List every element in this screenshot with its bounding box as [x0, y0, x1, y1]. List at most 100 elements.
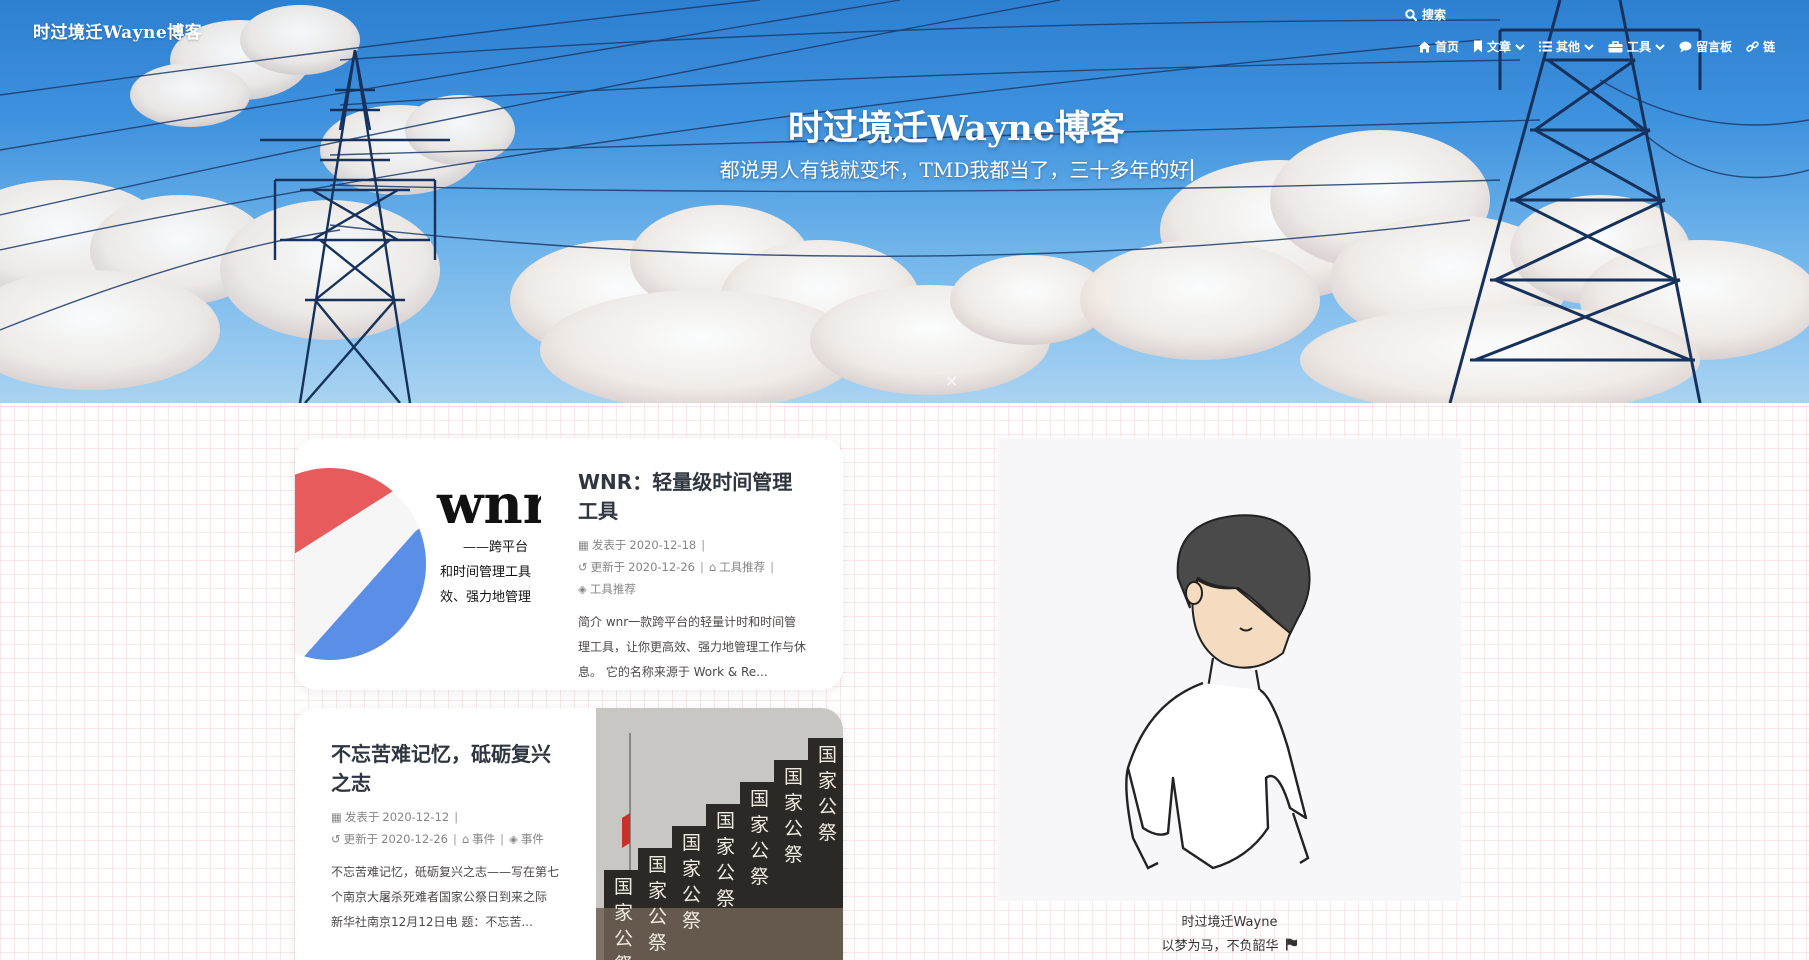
wall-character: 国 [818, 744, 837, 766]
site-brand[interactable]: 时过境迁Wayne博客 [33, 18, 202, 43]
thumb-text-line: 和时间管理工具 [440, 565, 531, 580]
history-icon: ↺ [331, 832, 341, 846]
post-thumbnail[interactable]: 国家公祭国家公祭国家公祭国家公祭国家公祭国家公祭国家公祭 [596, 708, 843, 960]
author-motto: 以梦为马，不负韶华 [998, 935, 1461, 954]
wall-character: 家 [716, 836, 735, 858]
post-tag[interactable]: 工具推荐 [590, 578, 636, 600]
post-title[interactable]: 不忘苦难记忆，砥砺复兴之志 [331, 740, 561, 798]
wall-character: 祭 [614, 954, 633, 960]
wall-character: 公 [614, 928, 633, 950]
nav-label-links: 链 [1763, 40, 1776, 54]
toolbox-icon [1608, 40, 1623, 52]
post-category[interactable]: 工具推荐 [719, 556, 765, 578]
updated-label: 更新于 [590, 560, 626, 574]
nav-item-links[interactable]: 链 [1746, 38, 1775, 55]
hero-subtitle: 都说男人有钱就变坏，TMD我都当了，三十多年的好 [0, 154, 1809, 183]
wall-character: 家 [818, 770, 837, 792]
wall-character: 祭 [648, 932, 667, 954]
chevron-down-icon [1655, 43, 1665, 50]
wall-character: 家 [682, 858, 701, 880]
nav-label-articles: 文章 [1487, 40, 1512, 54]
published-label: 发表于 [344, 810, 380, 824]
wall-character: 国 [682, 832, 701, 854]
wall-character: 国 [716, 810, 735, 832]
home-icon [1418, 41, 1431, 52]
nav-item-guestbook[interactable]: 留言板 [1679, 38, 1732, 55]
nav-item-other[interactable]: 其他 [1539, 38, 1594, 55]
flag-icon [1285, 938, 1297, 951]
wall-character: 国 [784, 766, 803, 788]
chevron-down-icon [1515, 43, 1525, 50]
wall-character: 家 [614, 902, 633, 924]
post-info: WNR：轻量级时间管理工具 ▦ 发表于 2020-12-18 | ↺ 更新于 2020-… [578, 468, 808, 685]
post-category[interactable]: 事件 [472, 828, 495, 850]
wall-character: 家 [648, 880, 667, 902]
published-date: 2020-12-12 [382, 810, 450, 824]
hero-background-illustration [0, 0, 1809, 403]
thumb-text-line: 效、强力地管理 [440, 590, 531, 605]
wall-character: 祭 [682, 910, 701, 932]
wall-character: 公 [682, 884, 701, 906]
chevron-down-icon [1584, 43, 1594, 50]
search-label: 搜索 [1422, 8, 1447, 22]
post-thumbnail[interactable]: wnr ——跨平台 和时间管理工具 效、强力地管理 [295, 438, 541, 690]
wall-character: 公 [750, 840, 769, 862]
wall-character: 公 [648, 906, 667, 928]
inbox-icon: ⌂ [708, 560, 717, 574]
thumb-text-line: ——跨平台 [463, 540, 528, 555]
link-icon [1746, 41, 1759, 52]
wall-character: 祭 [784, 844, 803, 866]
nav-label-guestbook: 留言板 [1696, 40, 1733, 54]
author-motto-text: 以梦为马，不负韶华 [1161, 939, 1279, 954]
avatar-illustration [998, 438, 1461, 901]
wall-character: 公 [818, 796, 837, 818]
post-card: 不忘苦难记忆，砥砺复兴之志 ▦ 发表于 2020-12-12 | ↺ 更新于 2020-… [295, 708, 843, 960]
nav-label-home: 首页 [1435, 40, 1460, 54]
scroll-down-icon[interactable]: ✕ [945, 372, 958, 391]
wall-character: 祭 [818, 822, 837, 844]
wnr-logo-image: wnr ——跨平台 和时间管理工具 效、强力地管理 [295, 438, 541, 690]
typing-cursor [1191, 159, 1194, 181]
wall-character: 祭 [716, 888, 735, 910]
hero-subtitle-text: 都说男人有钱就变坏，TMD我都当了，三十多年的好 [719, 158, 1190, 182]
search-link[interactable]: 搜索 [1405, 6, 1446, 23]
main-nav: 首页 文章 其他 工具 留言板 链 [1418, 38, 1775, 55]
published-date: 2020-12-18 [629, 538, 697, 552]
hero-banner: 时过境迁Wayne博客 搜索 首页 文章 其他 工具 留言板 链 时过境迁Way… [0, 0, 1809, 403]
updated-date: 2020-12-26 [628, 560, 695, 574]
post-info: 不忘苦难记忆，砥砺复兴之志 ▦ 发表于 2020-12-12 | ↺ 更新于 2020-… [331, 740, 561, 935]
wall-character: 祭 [750, 866, 769, 888]
wall-character: 公 [716, 862, 735, 884]
wall-character: 国 [750, 788, 769, 810]
nav-label-other: 其他 [1556, 40, 1581, 54]
inbox-icon: ⌂ [461, 832, 470, 846]
nav-item-home[interactable]: 首页 [1418, 38, 1459, 55]
author-name: 时过境迁Wayne [1181, 915, 1278, 930]
post-meta: ▦ 发表于 2020-12-18 | ↺ 更新于 2020-12-26 | ⌂ 工具推荐 | ◈ 工… [578, 534, 808, 600]
calendar-icon: ▦ [331, 810, 342, 824]
tag-icon: ◈ [509, 832, 518, 846]
wall-character: 国 [614, 876, 633, 898]
wnr-logo-text: wnr [436, 472, 541, 536]
comment-icon [1679, 41, 1692, 52]
bookmark-icon [1474, 40, 1483, 53]
post-meta: ▦ 发表于 2020-12-12 | ↺ 更新于 2020-12-26 | ⌂ 事件 | ◈ 事件 [331, 806, 561, 850]
updated-label: 更新于 [343, 832, 379, 846]
nav-label-tools: 工具 [1627, 40, 1652, 54]
post-title[interactable]: WNR：轻量级时间管理工具 [578, 468, 808, 526]
wall-character: 家 [750, 814, 769, 836]
tag-icon: ◈ [578, 582, 587, 596]
nav-item-tools[interactable]: 工具 [1608, 38, 1665, 55]
post-card: wnr ——跨平台 和时间管理工具 效、强力地管理 WNR：轻量级时间管理工具 … [295, 438, 843, 690]
post-tag[interactable]: 事件 [521, 828, 544, 850]
wall-character: 国 [648, 854, 667, 876]
wall-character: 家 [784, 792, 803, 814]
hero-title: 时过境迁Wayne博客 [788, 108, 1125, 149]
memorial-wall-photo: 国家公祭国家公祭国家公祭国家公祭国家公祭国家公祭国家公祭 [596, 708, 843, 960]
history-icon: ↺ [578, 560, 588, 574]
search-icon [1405, 8, 1417, 21]
post-excerpt: 不忘苦难记忆，砥砺复兴之志——写在第七个南京大屠杀死难者国家公祭日到来之际 新华… [331, 865, 560, 929]
post-excerpt: 简介 wnr一款跨平台的轻量计时和时间管理工具，让你更高效、强力地管理工作与休息… [578, 615, 807, 679]
nav-item-articles[interactable]: 文章 [1473, 38, 1525, 55]
avatar[interactable] [998, 438, 1461, 901]
